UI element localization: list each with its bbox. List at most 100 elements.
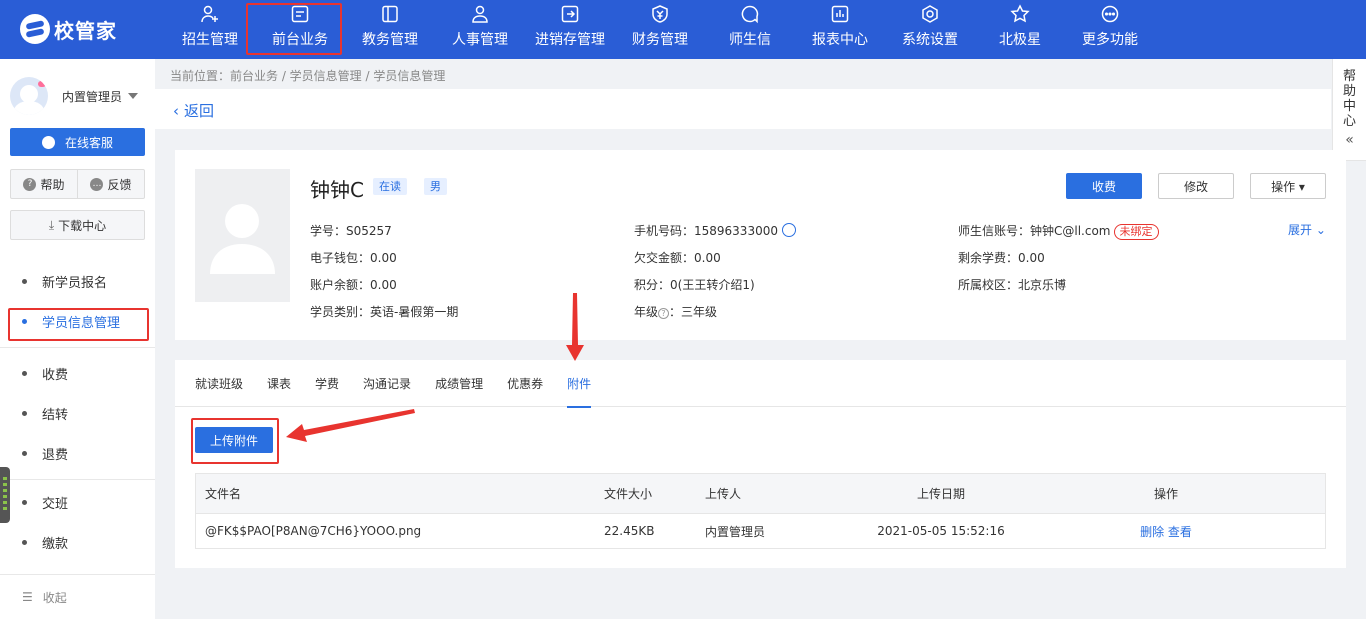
nav-label: 进销存管理 — [535, 32, 605, 48]
feedback-label: 反馈 — [107, 177, 132, 192]
nav-item-academic[interactable]: 教务管理 — [345, 0, 435, 59]
chat-icon — [740, 4, 760, 24]
col-uploader: 上传人 — [705, 487, 742, 501]
nav-label: 北极星 — [999, 32, 1041, 48]
col-actions: 操作 — [1153, 487, 1178, 501]
report-icon — [830, 4, 850, 24]
nav-label: 师生信 — [729, 32, 771, 48]
tab-coupons[interactable]: 优惠券 — [507, 360, 543, 407]
account-balance: 账户余额：0.00 — [310, 278, 397, 292]
expand-link[interactable]: 展开 ⌄ — [1288, 221, 1326, 238]
nav-label: 系统设置 — [902, 32, 958, 48]
gear-icon — [920, 4, 940, 24]
highlight-box-upload — [191, 418, 279, 464]
question-icon[interactable]: ? — [658, 308, 670, 319]
logo-text: 校管家 — [54, 18, 117, 43]
yen-shield-icon — [650, 4, 670, 24]
collapse-sidebar-button[interactable]: ☰ 收起 — [0, 574, 155, 619]
delete-link[interactable]: 删除 — [1140, 525, 1164, 539]
student-no: 学号：S05257 — [310, 224, 392, 238]
uploader: 内置管理员 — [705, 524, 766, 539]
sidebar-item-payment[interactable]: 缴款 — [0, 522, 155, 562]
sidebar-item-charge[interactable]: 收费 — [0, 353, 155, 393]
nav-item-enrollment[interactable]: 招生管理 — [165, 0, 255, 59]
book-icon — [380, 4, 400, 24]
download-icon: ⤓ — [48, 217, 55, 232]
nav-item-inventory[interactable]: 进销存管理 — [525, 0, 615, 59]
user-menu[interactable]: 内置管理员 — [10, 76, 150, 116]
tab-grades[interactable]: 成绩管理 — [435, 360, 483, 407]
sidebar-menu: 新学员报名 学员信息管理 收费 结转 退费 交班 缴款 — [0, 261, 155, 562]
view-link[interactable]: 查看 — [1168, 525, 1192, 539]
double-chevron-left-icon: « — [1345, 132, 1354, 148]
nav-item-messenger[interactable]: 师生信 — [705, 0, 795, 59]
campus: 所属校区：北京乐博 — [958, 278, 1067, 292]
tab-attachments[interactable]: 附件 — [567, 360, 592, 408]
sidebar-item-new-enrollment[interactable]: 新学员报名 — [0, 261, 155, 301]
online-service-button[interactable]: 在线客服 — [10, 128, 145, 156]
student-tabs: 就读班级 课表 学费 沟通记录 成绩管理 优惠券 附件 — [175, 360, 1346, 408]
file-size: 22.45KB — [604, 524, 655, 538]
nav-item-hr[interactable]: 人事管理 — [435, 0, 525, 59]
user-name: 内置管理员 — [62, 89, 123, 104]
student-name: 钟钟C — [310, 178, 364, 202]
col-file-size: 文件大小 — [604, 487, 653, 501]
nav-label: 报表中心 — [812, 32, 868, 48]
tab-tuition[interactable]: 学费 — [315, 360, 339, 407]
owed-amount: 欠交金额：0.00 — [634, 251, 721, 265]
tab-schedule[interactable]: 课表 — [267, 360, 291, 407]
col-file-name: 文件名 — [205, 487, 242, 501]
collapse-icon: ☰ — [22, 590, 33, 604]
top-navigation-bar: 校管家 招生管理 前台业务 教务管理 人事管理 进销存管理 财务管理 师生信 报… — [0, 0, 1366, 59]
operate-dropdown-button[interactable]: 操作 ▾ — [1250, 173, 1326, 199]
inventory-icon — [560, 4, 580, 24]
grade: 年级? ：三年级 — [634, 305, 718, 319]
person-icon — [470, 4, 490, 24]
logo-mark-icon — [20, 14, 50, 44]
avatar — [10, 77, 48, 115]
nav-item-settings[interactable]: 系统设置 — [885, 0, 975, 59]
attachments-table: 文件名 文件大小 上传人 上传日期 操作 @FK$$PAO[P8AN@7CH6}… — [195, 473, 1326, 549]
feedback-icon: … — [90, 177, 104, 191]
tab-communication[interactable]: 沟通记录 — [363, 360, 411, 407]
sidebar-item-handover[interactable]: 交班 — [0, 482, 155, 522]
more-icon — [1100, 4, 1120, 24]
nav-item-more[interactable]: 更多功能 — [1065, 0, 1155, 59]
status-badge: 在读 — [373, 178, 407, 195]
unbound-badge: 未绑定 — [1113, 224, 1159, 240]
student-category: 学员类别：英语-暑假第一期 — [310, 305, 459, 319]
download-label: 下载中心 — [58, 218, 107, 233]
back-bar — [155, 89, 1331, 129]
help-button[interactable]: ? 帮助 — [11, 170, 77, 198]
upload-date: 2021-05-05 15:52:16 — [877, 524, 1005, 538]
e-wallet: 电子钱包：0.00 — [310, 251, 397, 265]
table-header: 文件名 文件大小 上传人 上传日期 操作 — [196, 474, 1325, 513]
highlight-box-student-info — [8, 308, 149, 341]
charge-button[interactable]: 收费 — [1066, 173, 1142, 199]
edit-button[interactable]: 修改 — [1158, 173, 1234, 199]
phone-call-icon[interactable] — [781, 223, 796, 237]
sidebar: 内置管理员 在线客服 ? 帮助 … 反馈 ⤓ 下载中心 新学员报名 学员信息管理… — [0, 59, 155, 619]
table-row: @FK$$PAO[P8AN@7CH6}YOOO.png 22.45KB 内置管理… — [196, 513, 1325, 548]
app-logo[interactable]: 校管家 — [20, 12, 117, 46]
nav-label: 招生管理 — [182, 32, 238, 48]
col-upload-date: 上传日期 — [916, 487, 965, 501]
help-center-tab[interactable]: 帮 助 中 心 « — [1332, 59, 1366, 161]
nav-item-polaris[interactable]: 北极星 — [975, 0, 1065, 59]
highlight-box-front-desk — [246, 3, 342, 55]
nav-label: 人事管理 — [452, 32, 508, 48]
side-drawer-handle[interactable] — [0, 467, 10, 523]
nav-label: 财务管理 — [632, 32, 688, 48]
help-feedback-group: ? 帮助 … 反馈 — [10, 169, 145, 199]
file-name: @FK$$PAO[P8AN@7CH6}YOOO.png — [205, 524, 422, 538]
sidebar-item-refund[interactable]: 退费 — [0, 433, 155, 473]
back-link[interactable]: ‹ 返回 — [173, 100, 214, 121]
nav-item-reports[interactable]: 报表中心 — [795, 0, 885, 59]
feedback-button[interactable]: … 反馈 — [77, 170, 144, 198]
nav-item-finance[interactable]: 财务管理 — [615, 0, 705, 59]
tab-enrolled-classes[interactable]: 就读班级 — [195, 360, 243, 407]
star-icon — [1010, 4, 1030, 24]
sidebar-item-transfer[interactable]: 结转 — [0, 393, 155, 433]
user-add-icon — [200, 4, 220, 24]
download-center-button[interactable]: ⤓ 下载中心 — [10, 210, 145, 240]
